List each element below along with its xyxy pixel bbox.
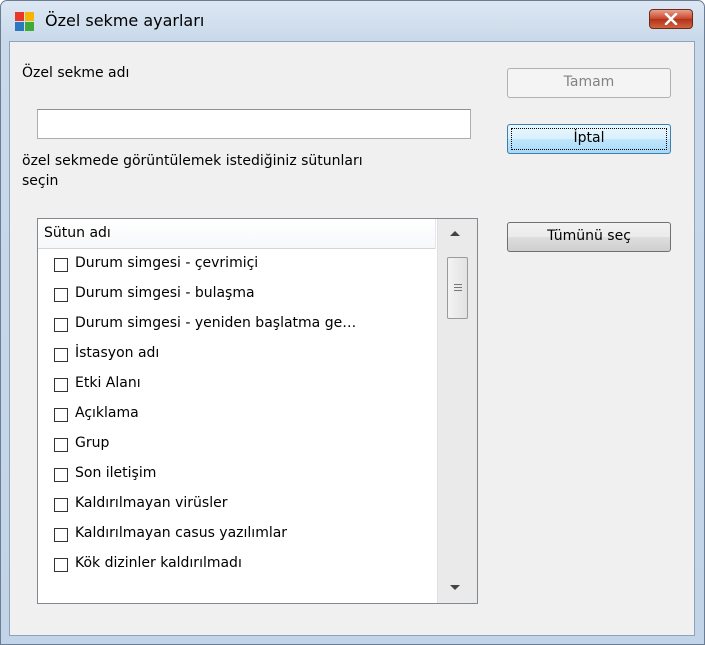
ok-button[interactable]: Tamam (507, 68, 671, 98)
instruction-text-line2: seçin (22, 173, 59, 189)
list-item-label: Kök dizinler kaldırılmadı (75, 555, 242, 571)
list-item[interactable]: Açıklama (38, 400, 436, 430)
list-item-label: Açıklama (75, 405, 139, 421)
list-item[interactable]: Etki Alanı (38, 370, 436, 400)
list-item-label: Durum simgesi - çevrimiçi (75, 255, 259, 271)
tab-name-label: Özel sekme adı (22, 65, 130, 81)
checkbox[interactable] (54, 528, 68, 542)
checkbox[interactable] (54, 438, 68, 452)
column-header-label: Sütun adı (44, 225, 111, 241)
checkbox[interactable] (54, 558, 68, 572)
checkbox[interactable] (54, 408, 68, 422)
list-item[interactable]: Grup (38, 430, 436, 460)
title-bar[interactable]: Özel sekme ayarları (1, 1, 704, 41)
select-all-button[interactable]: Tümünü seç (507, 222, 671, 252)
checkbox[interactable] (54, 258, 68, 272)
list-item-label: Son iletişim (75, 465, 157, 481)
scroll-up-arrow-icon[interactable] (450, 231, 460, 236)
list-item[interactable]: İstasyon adı (38, 340, 436, 370)
window-title: Özel sekme ayarları (45, 11, 205, 30)
list-item-label: Kaldırılmayan virüsler (75, 495, 228, 511)
dialog-window: Özel sekme ayarları Özel sekme adı özel … (0, 0, 705, 645)
tab-name-input[interactable] (37, 109, 471, 139)
checkbox[interactable] (54, 468, 68, 482)
vertical-scrollbar[interactable] (437, 219, 477, 603)
scrollbar-thumb[interactable] (447, 257, 468, 319)
list-column-header[interactable]: Sütun adı (38, 219, 436, 249)
checkbox[interactable] (54, 318, 68, 332)
scroll-down-arrow-icon[interactable] (450, 585, 460, 590)
list-item[interactable]: Kök dizinler kaldırılmadı (38, 550, 436, 580)
list-item[interactable]: Kaldırılmayan virüsler (38, 490, 436, 520)
close-x-icon (664, 13, 678, 25)
list-item-label: Durum simgesi - bulaşma (75, 285, 255, 301)
close-button[interactable] (649, 9, 693, 29)
cancel-button-label: İptal (573, 130, 605, 146)
header-divider (435, 219, 436, 249)
list-item[interactable]: Son iletişim (38, 460, 436, 490)
dialog-client-area: Özel sekme adı özel sekmede görüntülemek… (9, 41, 695, 636)
checkbox[interactable] (54, 288, 68, 302)
checkbox[interactable] (54, 378, 68, 392)
column-list: Durum simgesi - çevrimiçi Durum simgesi -… (38, 250, 436, 580)
instruction-text-line1: özel sekmede görüntülemek istediğiniz sü… (22, 153, 363, 169)
list-item[interactable]: Durum simgesi - yeniden başlatma ge… (38, 310, 436, 340)
list-item[interactable]: Durum simgesi - bulaşma (38, 280, 436, 310)
checkbox[interactable] (54, 498, 68, 512)
list-item[interactable]: Durum simgesi - çevrimiçi (38, 250, 436, 280)
app-logo-icon (14, 10, 36, 32)
list-item-label: Grup (75, 435, 110, 451)
list-item[interactable]: Kaldırılmayan casus yazılımlar (38, 520, 436, 550)
checkbox[interactable] (54, 348, 68, 362)
list-item-label: Durum simgesi - yeniden başlatma ge… (75, 315, 357, 331)
list-item-label: İstasyon adı (75, 345, 160, 361)
column-listbox[interactable]: Sütun adı Durum simgesi - çevrimiçi Durum… (37, 218, 478, 604)
cancel-button[interactable]: İptal (507, 124, 671, 154)
list-item-label: Etki Alanı (75, 375, 141, 391)
list-item-label: Kaldırılmayan casus yazılımlar (75, 525, 288, 541)
